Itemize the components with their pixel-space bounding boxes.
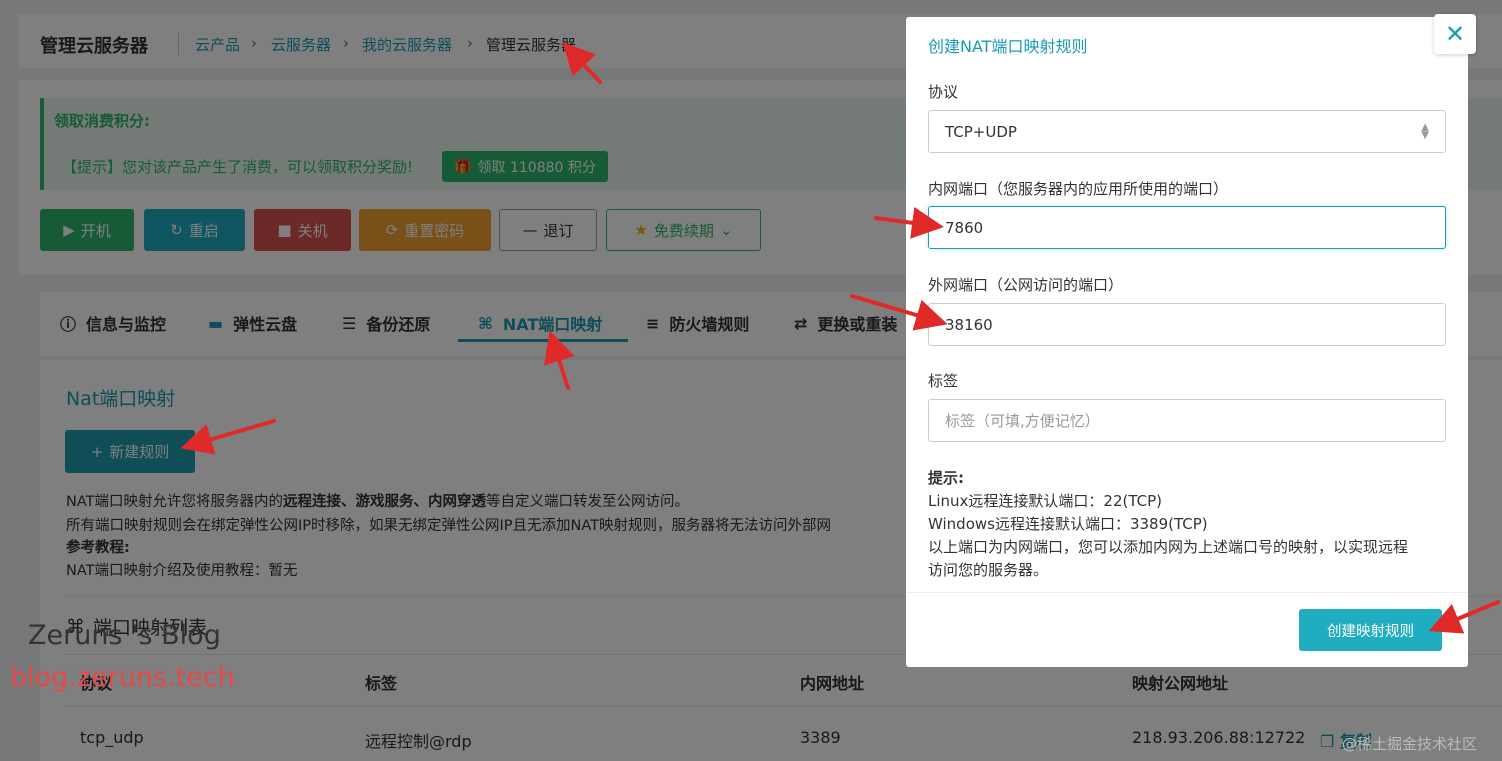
hint-line: 访问您的服务器。 xyxy=(928,561,1049,579)
tag-input[interactable]: 标签（可填,方便记忆） xyxy=(928,399,1446,442)
external-port-input[interactable]: 38160 xyxy=(928,303,1446,346)
hint-title: 提示: xyxy=(928,469,964,487)
close-icon: ✕ xyxy=(1444,20,1466,48)
hint-line: Windows远程连接默认端口：3389(TCP) xyxy=(928,515,1208,533)
watermark-blog-name: Zeruns 's Blog xyxy=(28,620,221,651)
select-arrows-icon: ▲ ▼ xyxy=(1421,121,1429,141)
watermark-juejin: @稀土掘金技术社区 xyxy=(1342,735,1478,753)
watermark-blog-url: blog.zeruns.tech xyxy=(10,662,235,693)
internal-port-label: 内网端口（您服务器内的应用所使用的端口） xyxy=(928,180,1229,198)
close-button[interactable]: ✕ xyxy=(1434,14,1476,54)
protocol-selected-value: TCP+UDP xyxy=(945,122,1017,141)
hint-line: Linux远程连接默认端口：22(TCP) xyxy=(928,492,1163,510)
protocol-select[interactable]: TCP+UDP ▲ ▼ xyxy=(928,110,1446,153)
hint-line: 以上端口为内网端口，您可以添加内网为上述端口号的映射，以实现远程 xyxy=(928,538,1409,556)
modal-footer-divider xyxy=(906,592,1468,593)
external-port-label: 外网端口（公网访问的端口） xyxy=(928,276,1124,294)
protocol-label: 协议 xyxy=(928,83,959,101)
create-rule-button[interactable]: 创建映射规则 xyxy=(1299,609,1442,651)
internal-port-input[interactable]: 7860 xyxy=(928,206,1446,249)
modal-title: 创建NAT端口映射规则 xyxy=(928,37,1088,56)
tag-label: 标签 xyxy=(928,372,959,390)
